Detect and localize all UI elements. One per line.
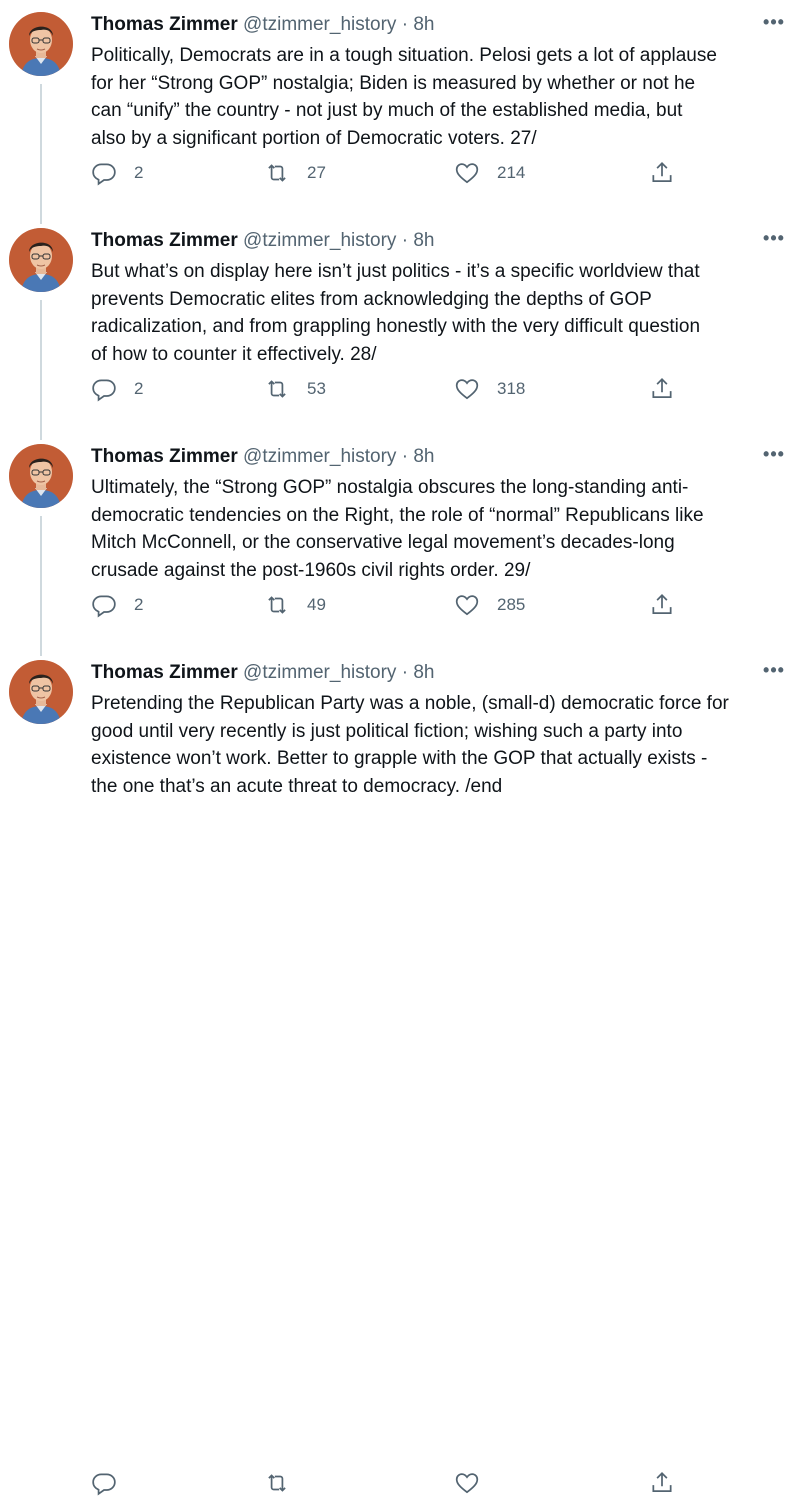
author-handle[interactable]: @tzimmer_history [243,446,396,467]
retweet-icon [268,164,286,182]
author-handle[interactable]: @tzimmer_history [243,14,396,35]
share-button[interactable] [649,1468,675,1498]
tweet-text-line: Pretending the Republican Party was a no… [91,693,729,714]
retweet-icon [268,1474,286,1492]
retweet-count: 27 [307,163,326,182]
avatar[interactable] [9,228,73,292]
reply-count: 2 [134,379,144,398]
action-bar: 2 53 318 [91,374,691,404]
action-bar [91,1468,691,1498]
share-button[interactable] [649,590,675,620]
author-handle[interactable]: @tzimmer_history [243,230,396,251]
like-icon [455,595,479,616]
tweet-text-line: the one that’s an acute threat to democr… [91,775,503,797]
timestamp[interactable]: 8h [413,662,434,683]
reply-icon [92,379,116,402]
retweet-icon [268,596,286,614]
retweet-button[interactable]: 53 [264,374,326,404]
tweet[interactable]: Thomas Zimmer @tzimmer_history · 8h ••• … [0,216,810,432]
separator-dot: · [401,662,409,683]
tweet-text: Politically, Democrats are in a tough si… [91,42,796,152]
tweet-text-line: also by a significant portion of Democra… [91,127,537,149]
avatar[interactable] [9,12,73,76]
tweet-text-line: existence won’t work. Better to grapple … [91,748,708,769]
separator-dot: · [401,446,409,467]
author-name[interactable]: Thomas Zimmer [91,14,238,35]
like-count: 285 [497,595,526,614]
reply-button[interactable]: 2 [91,590,143,620]
like-icon [455,379,479,400]
separator-dot: · [401,230,409,251]
tweet-text-line: Ultimately, the “Strong GOP” nostalgia o… [91,477,689,498]
author-name[interactable]: Thomas Zimmer [91,446,238,467]
share-icon [652,162,672,182]
tweet-text: Ultimately, the “Strong GOP” nostalgia o… [91,474,796,584]
retweet-button[interactable]: 27 [264,158,326,188]
reply-button[interactable] [91,1468,134,1498]
tweet-text: But what’s on display here isn’t just po… [91,258,796,368]
reply-count: 2 [134,163,144,182]
more-icon[interactable]: ••• [762,444,786,468]
more-icon[interactable]: ••• [762,228,786,252]
like-count: 318 [497,379,526,398]
reply-icon [92,1473,116,1496]
avatar[interactable] [9,660,73,724]
tweet-header: Thomas Zimmer @tzimmer_history · 8h [91,445,792,469]
tweet[interactable]: Thomas Zimmer @tzimmer_history · 8h ••• … [0,432,810,648]
tweet[interactable]: Thomas Zimmer @tzimmer_history · 8h ••• … [0,648,810,1496]
action-bar: 2 27 214 [91,158,691,188]
timestamp[interactable]: 8h [413,230,434,251]
like-count: 214 [497,163,526,182]
tweet-text-line: prevents Democratic elites from acknowle… [91,288,652,310]
reply-icon [92,163,116,186]
tweet-text-line: But what’s on display here isn’t just po… [91,261,700,282]
tweet-text: Pretending the Republican Party was a no… [91,690,796,800]
separator-dot: · [401,14,409,35]
tweet-header: Thomas Zimmer @tzimmer_history · 8h [91,661,792,685]
tweet-text-line: good until very recently is just politic… [91,720,683,742]
share-icon [652,594,672,614]
more-icon[interactable]: ••• [762,660,786,684]
retweet-count: 49 [307,595,326,614]
share-icon [652,378,672,398]
reply-count: 2 [134,595,144,614]
like-button[interactable]: 318 [454,374,525,404]
retweet-count: 53 [307,379,326,398]
timestamp[interactable]: 8h [413,446,434,467]
like-icon [455,163,479,184]
author-name[interactable]: Thomas Zimmer [91,662,238,683]
timestamp[interactable]: 8h [413,14,434,35]
tweet-text-line: radicalization, and from grappling hones… [91,316,701,337]
tweet-header: Thomas Zimmer @tzimmer_history · 8h [91,13,792,37]
share-button[interactable] [649,158,675,188]
reply-icon [92,595,116,618]
share-icon [652,1472,672,1492]
avatar[interactable] [9,444,73,508]
action-bar: 2 49 285 [91,590,691,620]
tweet-text-line: of how to counter it effectively. 28/ [91,343,377,365]
tweet-text-line: for her “Strong GOP” nostalgia; Biden is… [91,72,696,94]
reply-button[interactable]: 2 [91,158,143,188]
share-button[interactable] [649,374,675,404]
retweet-button[interactable]: 49 [264,590,326,620]
author-name[interactable]: Thomas Zimmer [91,230,238,251]
retweet-icon [268,380,286,398]
tweet-text-line: crusade against the post-1960s civil rig… [91,559,531,581]
tweet[interactable]: Thomas Zimmer @tzimmer_history · 8h ••• … [0,0,810,216]
like-button[interactable]: 285 [454,590,525,620]
like-button[interactable] [454,1468,497,1498]
tweet-text-line: democratic tendencies on the Right, the … [91,504,704,526]
tweet-text-line: Politically, Democrats are in a tough si… [91,45,717,66]
like-button[interactable]: 214 [454,158,525,188]
tweet-text-line: can “unify” the country - not just by mu… [91,100,683,121]
reply-button[interactable]: 2 [91,374,143,404]
author-handle[interactable]: @tzimmer_history [243,662,396,683]
retweet-button[interactable] [264,1468,307,1498]
tweet-header: Thomas Zimmer @tzimmer_history · 8h [91,229,792,253]
like-icon [455,1473,479,1494]
more-icon[interactable]: ••• [762,12,786,36]
tweet-text-line: Mitch McConnell, or the conservative leg… [91,532,675,553]
